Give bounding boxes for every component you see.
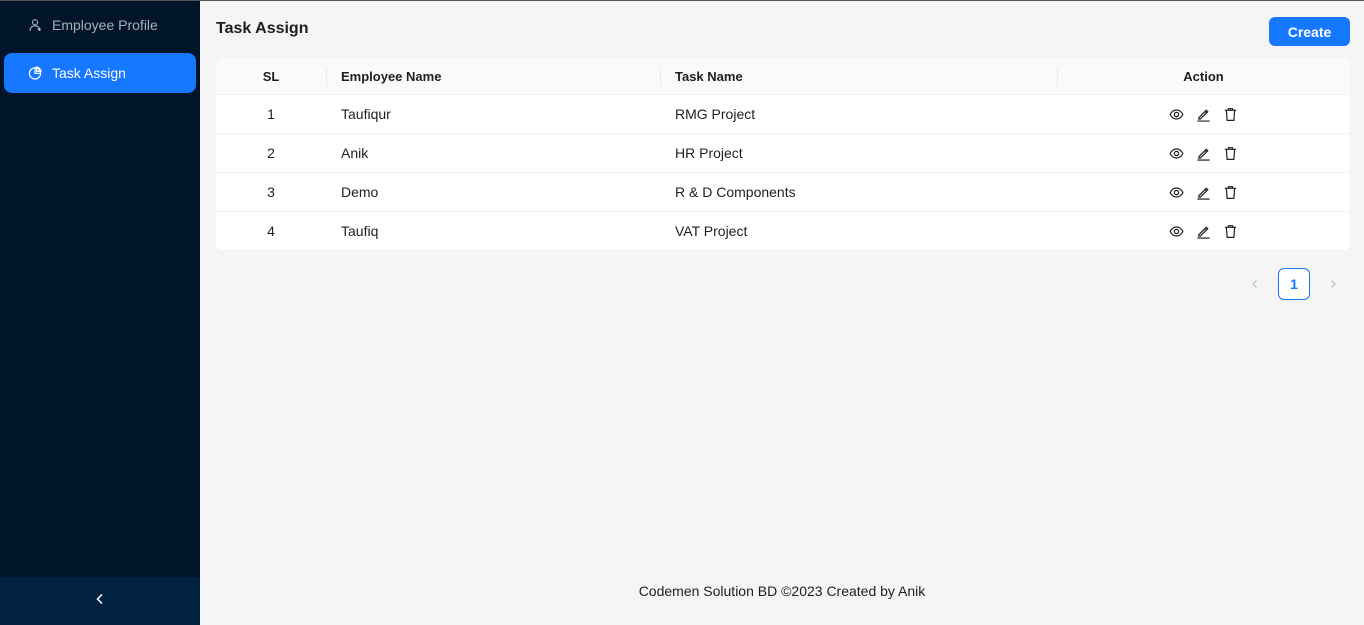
sidebar-item-task-assign[interactable]: Task Assign: [4, 53, 196, 93]
page-title: Task Assign: [216, 20, 309, 37]
sidebar-item-label: Employee Profile: [52, 17, 158, 33]
cell-task-name: HR Project: [675, 145, 743, 161]
cell-employee-name: Taufiqur: [341, 106, 391, 122]
delete-icon[interactable]: [1223, 146, 1238, 161]
column-header-action: Action: [1057, 58, 1350, 94]
edit-icon[interactable]: [1196, 146, 1211, 161]
chevron-right-icon: [1331, 280, 1336, 288]
cell-sl: 4: [267, 223, 275, 239]
table-row: 4 Taufiq VAT Project: [216, 212, 1350, 251]
pagination: 1: [1240, 268, 1348, 300]
cell-sl: 2: [267, 145, 275, 161]
pagination-prev-button[interactable]: [1240, 269, 1270, 299]
eye-icon[interactable]: [1169, 185, 1184, 200]
create-button[interactable]: Create: [1269, 17, 1350, 46]
edit-icon[interactable]: [1196, 224, 1211, 239]
cell-task-name: R & D Components: [675, 184, 796, 200]
eye-icon[interactable]: [1169, 224, 1184, 239]
edit-icon[interactable]: [1196, 185, 1211, 200]
cell-task-name: VAT Project: [675, 223, 748, 239]
sidebar: Employee Profile Task Assign: [0, 0, 200, 625]
cell-actions: [1057, 212, 1350, 250]
footer-text: Codemen Solution BD ©2023 Created by Ani…: [638, 583, 926, 599]
pagination-page-button[interactable]: 1: [1278, 268, 1310, 300]
pie-chart-icon: [28, 66, 42, 80]
task-table: SL Employee Name Task Name Action 1 Tauf…: [216, 58, 1350, 251]
cell-sl: 3: [267, 184, 275, 200]
user-icon: [28, 18, 42, 32]
table-row: 2 Anik HR Project: [216, 134, 1350, 173]
cell-actions: [1057, 173, 1350, 211]
main-content: Task Assign Create SL Employee Name Task…: [200, 0, 1364, 625]
delete-icon[interactable]: [1223, 185, 1238, 200]
sidebar-item-employee-profile[interactable]: Employee Profile: [4, 5, 196, 45]
column-header-employee-name[interactable]: Employee Name: [326, 58, 660, 94]
table-row: 1 Taufiqur RMG Project: [216, 95, 1350, 134]
table-row: 3 Demo R & D Components: [216, 173, 1350, 212]
cell-employee-name: Taufiq: [341, 223, 379, 239]
sidebar-item-label: Task Assign: [52, 65, 126, 81]
delete-icon[interactable]: [1223, 107, 1238, 122]
cell-task-name: RMG Project: [675, 106, 756, 122]
cell-employee-name: Demo: [341, 184, 379, 200]
eye-icon[interactable]: [1169, 107, 1184, 122]
cell-sl: 1: [267, 106, 275, 122]
pagination-next-button[interactable]: [1318, 269, 1348, 299]
eye-icon[interactable]: [1169, 146, 1184, 161]
cell-actions: [1057, 134, 1350, 172]
sidebar-collapse-button[interactable]: [0, 577, 200, 625]
cell-actions: [1057, 95, 1350, 133]
column-header-sl[interactable]: SL: [216, 58, 326, 94]
chevron-left-icon: [1252, 280, 1257, 288]
table-header: SL Employee Name Task Name Action: [216, 58, 1350, 95]
delete-icon[interactable]: [1223, 224, 1238, 239]
column-header-task-name[interactable]: Task Name: [660, 58, 1057, 94]
edit-icon[interactable]: [1196, 107, 1211, 122]
cell-employee-name: Anik: [341, 145, 369, 161]
top-border: [0, 0, 1364, 1]
chevron-left-icon: [94, 592, 106, 610]
